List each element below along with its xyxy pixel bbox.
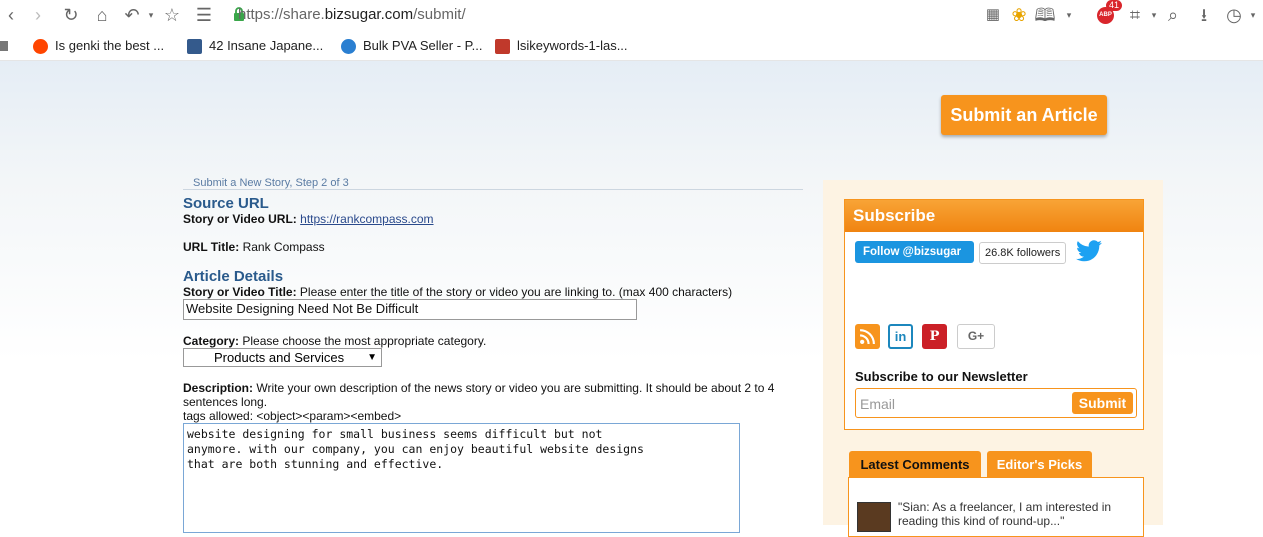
followers-count: 26.8K followers bbox=[979, 242, 1067, 264]
story-url-link[interactable]: https://rankcompass.com bbox=[300, 212, 433, 226]
step-indicator: Submit a New Story, Step 2 of 3 bbox=[193, 177, 349, 189]
story-title-label: Story or Video Title: bbox=[183, 285, 297, 299]
newsletter-submit-button[interactable]: Submit bbox=[1072, 392, 1133, 414]
dropdown-arrow-icon: ▼ bbox=[367, 352, 377, 363]
story-title-hint: Please enter the title of the story or v… bbox=[299, 285, 733, 299]
qr-icon[interactable]: ▦ bbox=[982, 5, 1004, 25]
bee-icon[interactable]: ❀ bbox=[1008, 5, 1030, 25]
chevron-down-icon[interactable]: ▾ bbox=[1058, 5, 1080, 25]
tags-allowed: tags allowed: <object><param><embed> bbox=[183, 409, 402, 423]
url-domain: bizsugar.com bbox=[324, 6, 414, 23]
download-icon[interactable]: ⭳ bbox=[1193, 5, 1215, 25]
bookmark-label: Bulk PVA Seller - P... bbox=[363, 38, 483, 53]
story-title-input[interactable]: Website Designing Need Not Be Difficult bbox=[183, 299, 637, 320]
url-prefix: https://share. bbox=[238, 6, 325, 23]
browser-toolbar: ‹ › ↻ ⌂ ↶ ▾ ☆ ☰ https://share.bizsugar.c… bbox=[0, 0, 1263, 32]
title-label-row: Story or Video Title: Please enter the t… bbox=[183, 285, 732, 299]
bookmark-label: Is genki the best ... bbox=[55, 38, 165, 53]
linkedin-icon[interactable]: in bbox=[888, 324, 913, 349]
url-title-value: Rank Compass bbox=[242, 240, 325, 254]
adblock-badge: 41 bbox=[1106, 0, 1123, 11]
category-select[interactable]: Products and Services ▼ bbox=[183, 348, 382, 367]
url-title-label: URL Title: bbox=[183, 240, 240, 254]
submit-article-button[interactable]: Submit an Article bbox=[941, 95, 1107, 135]
email-placeholder: Email bbox=[860, 396, 896, 412]
category-hint: Please choose the most appropriate categ… bbox=[242, 334, 487, 348]
google-plus-icon[interactable]: G+ bbox=[957, 324, 995, 349]
subscribe-title: Subscribe bbox=[845, 200, 1143, 232]
category-label: Category: bbox=[183, 334, 240, 348]
chevron-down-icon[interactable]: ▾ bbox=[1242, 5, 1263, 25]
reload-icon[interactable]: ↻ bbox=[60, 5, 82, 25]
ie-icon bbox=[341, 39, 356, 55]
story-url-row: Story or Video URL: https://rankcompass.… bbox=[183, 212, 434, 226]
bookmark-item[interactable]: lsikeywords-1-las... bbox=[495, 38, 628, 55]
reader-icon[interactable]: ☰ bbox=[193, 5, 215, 25]
pinterest-icon[interactable]: P bbox=[922, 324, 947, 349]
bookmark-item[interactable]: Is genki the best ... bbox=[33, 38, 165, 55]
tab-latest-comments[interactable]: Latest Comments bbox=[849, 451, 981, 479]
description-label: Description: bbox=[183, 381, 254, 395]
story-url-label: Story or Video URL: bbox=[183, 212, 297, 226]
site-favicon-icon bbox=[187, 39, 202, 55]
description-label-row: Description: Write your own description … bbox=[183, 381, 803, 423]
bookmark-label: 42 Insane Japane... bbox=[209, 38, 324, 53]
twitter-follow-button[interactable]: Follow @bizsugar bbox=[855, 241, 974, 263]
divider bbox=[183, 189, 803, 190]
bookmark-folder-icon[interactable] bbox=[0, 41, 8, 51]
bookmarks-bar: Is genki the best ... 42 Insane Japane..… bbox=[0, 32, 1263, 61]
search-icon[interactable]: ⌕ bbox=[1162, 5, 1184, 25]
url-title-row: URL Title: Rank Compass bbox=[183, 240, 325, 254]
book-icon[interactable]: 🕮 bbox=[1034, 5, 1056, 25]
rss-icon[interactable] bbox=[855, 324, 880, 349]
bookmark-item[interactable]: 42 Insane Japane... bbox=[187, 38, 324, 55]
url-suffix: /submit/ bbox=[413, 6, 466, 23]
category-label-row: Category: Please choose the most appropr… bbox=[183, 334, 486, 348]
bookmark-item[interactable]: Bulk PVA Seller - P... bbox=[341, 38, 483, 55]
description-hint: Write your own description of the news s… bbox=[256, 381, 775, 395]
address-bar[interactable]: https://share.bizsugar.com/submit/ bbox=[238, 5, 466, 25]
avatar bbox=[857, 502, 891, 532]
follow-label: Follow @bizsugar bbox=[863, 246, 962, 258]
star-icon[interactable]: ☆ bbox=[161, 5, 183, 25]
home-icon[interactable]: ⌂ bbox=[91, 5, 113, 25]
chevron-down-icon[interactable]: ▾ bbox=[140, 5, 162, 25]
back-icon[interactable]: ‹ bbox=[0, 5, 22, 25]
description-hint-2: sentences long. bbox=[183, 395, 268, 409]
newsletter-label: Subscribe to our Newsletter bbox=[855, 369, 1028, 384]
article-details-heading: Article Details bbox=[183, 268, 284, 285]
site-favicon-icon bbox=[495, 39, 510, 55]
tab-editors-picks[interactable]: Editor's Picks bbox=[987, 451, 1092, 479]
twitter-bird-icon[interactable] bbox=[1076, 240, 1102, 267]
source-url-heading: Source URL bbox=[183, 195, 269, 212]
latest-comment[interactable]: "Sian: As a freelancer, I am interested … bbox=[898, 500, 1138, 528]
description-textarea[interactable]: website designing for small business see… bbox=[183, 423, 740, 533]
category-selected: Products and Services bbox=[214, 350, 345, 365]
bookmark-label: lsikeywords-1-las... bbox=[517, 38, 628, 53]
reddit-icon bbox=[33, 39, 48, 55]
forward-icon[interactable]: › bbox=[27, 5, 49, 25]
